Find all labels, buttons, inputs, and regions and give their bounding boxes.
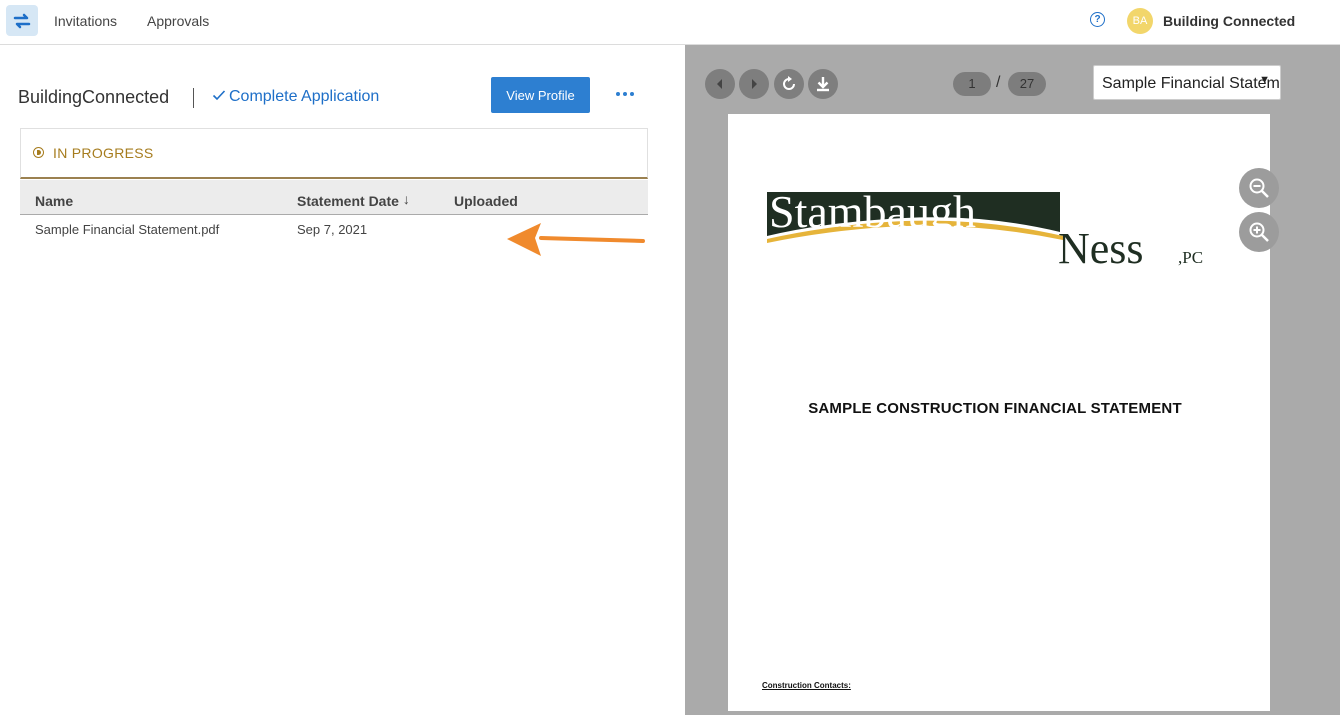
row-statement-date: Sep 7, 2021: [297, 222, 368, 237]
app-logo-icon[interactable]: [6, 5, 38, 36]
column-statement-date-label: Statement Date: [297, 193, 399, 209]
help-icon[interactable]: ?: [1090, 12, 1105, 27]
zoom-out-button[interactable]: [1239, 168, 1279, 208]
table-header: Name Statement Date ↓ Uploaded: [20, 180, 648, 215]
top-nav: Invitations Approvals ? BA Building Conn…: [0, 0, 1340, 45]
rotate-icon: [783, 76, 795, 90]
status-label: IN PROGRESS: [53, 145, 154, 161]
total-pages: 27: [1008, 72, 1046, 96]
view-profile-button[interactable]: View Profile: [491, 77, 590, 113]
stambaugh-ness-logo: Stambaugh Ness ,PC: [767, 186, 1203, 273]
chevron-right-icon: [752, 79, 757, 89]
document-title: SAMPLE CONSTRUCTION FINANCIAL STATEMENT: [808, 400, 1182, 417]
logo-bottom-text: Ness: [1058, 224, 1144, 273]
file-select-value: Sample Financial Statement: [1102, 75, 1280, 92]
complete-application-label: Complete Application: [229, 88, 380, 105]
zoom-in-button[interactable]: [1239, 212, 1279, 252]
download-button[interactable]: [808, 69, 838, 99]
rotate-button[interactable]: [774, 69, 804, 99]
pdf-viewer: 1 / 27 Sample Financial Statement ▼ Stam…: [685, 45, 1340, 715]
left-panel: BuildingConnected Complete Application V…: [0, 45, 685, 715]
column-uploaded[interactable]: Uploaded: [454, 193, 518, 209]
file-select-dropdown[interactable]: Sample Financial Statement ▼: [1093, 65, 1281, 100]
chevron-left-icon: [717, 79, 722, 89]
zoom-in-icon: [1249, 222, 1269, 242]
status-banner: IN PROGRESS: [20, 128, 648, 179]
nav-invitations[interactable]: Invitations: [54, 13, 117, 29]
sort-down-icon: ↓: [402, 191, 410, 207]
user-name[interactable]: Building Connected: [1163, 13, 1295, 29]
caret-down-icon: ▼: [1259, 74, 1270, 86]
document-contacts-heading: Construction Contacts:: [762, 681, 851, 690]
nav-approvals[interactable]: Approvals: [147, 13, 209, 29]
in-progress-icon: [33, 147, 44, 158]
check-icon: [212, 90, 226, 101]
more-options-icon[interactable]: [612, 81, 638, 107]
complete-application-link[interactable]: Complete Application: [212, 88, 379, 106]
column-statement-date[interactable]: Statement Date ↓: [297, 191, 410, 209]
company-name: BuildingConnected: [18, 87, 170, 107]
pdf-page: Stambaugh Ness ,PC SAMPLE CONSTRUCTION F…: [728, 114, 1270, 711]
logo-suffix-text: ,PC: [1178, 248, 1203, 267]
row-file-name[interactable]: Sample Financial Statement.pdf: [35, 222, 219, 237]
zoom-out-icon: [1249, 178, 1269, 198]
previous-page-button[interactable]: [705, 69, 735, 99]
column-name[interactable]: Name: [35, 193, 73, 209]
orange-arrow-annotation: [507, 223, 645, 256]
current-page-input[interactable]: 1: [953, 72, 991, 96]
download-icon: [817, 77, 829, 92]
next-page-button[interactable]: [739, 69, 769, 99]
avatar[interactable]: BA: [1127, 8, 1153, 34]
page-separator: /: [996, 74, 1001, 91]
header-divider: [193, 88, 194, 108]
logo-top-text: Stambaugh: [769, 186, 976, 237]
